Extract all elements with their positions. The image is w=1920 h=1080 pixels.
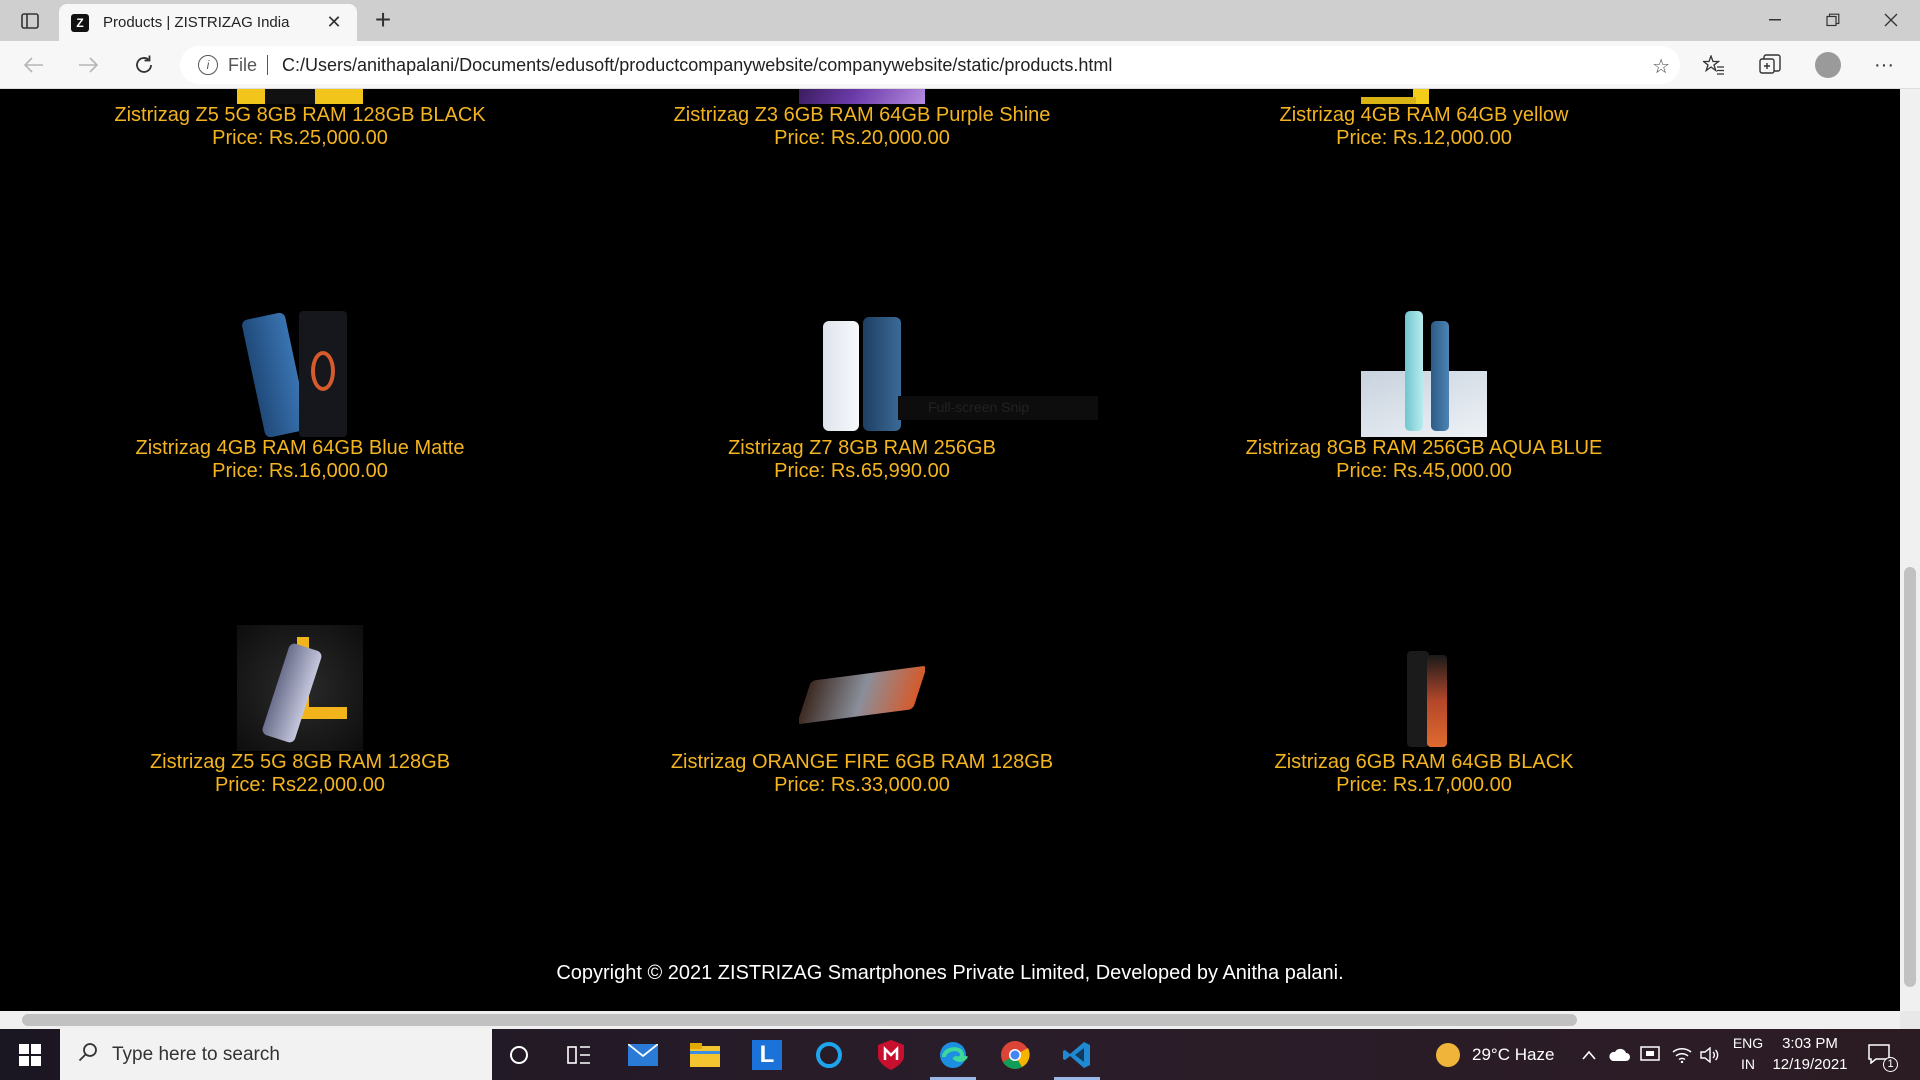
page-footer-copyright: Copyright © 2021 ZISTRIZAG Smartphones P… [556,962,1344,984]
product-price: Price: Rs.20,000.00 [774,127,950,149]
page-viewport: Zistrizag Z5 5G 8GB RAM 128GB BLACK Pric… [0,89,1900,1011]
start-windows-icon[interactable] [0,1029,60,1080]
product-image[interactable] [1361,311,1487,437]
wifi-icon[interactable] [1672,1029,1692,1080]
l-app-icon[interactable]: L [738,1029,796,1080]
product-card[interactable]: Zistrizag 4GB RAM 64GB yellow Price: Rs.… [1144,89,1704,150]
onedrive-cloud-icon[interactable] [1608,1029,1630,1080]
notification-center-icon[interactable]: 1 [1868,1029,1898,1080]
product-name[interactable]: Zistrizag Z3 6GB RAM 64GB Purple Shine [582,104,1142,127]
edge-browser-icon[interactable] [924,1029,982,1080]
vscode-icon[interactable] [1048,1029,1106,1080]
search-placeholder: Type here to search [112,1043,280,1065]
favorites-icon[interactable] [1698,49,1730,81]
collections-icon[interactable] [1754,49,1786,81]
scrollbar-corner [1900,1011,1920,1029]
horizontal-scroll-thumb[interactable] [22,1014,1577,1026]
snip-tooltip: Full-screen Snip [898,396,1098,420]
vertical-scrollbar[interactable] [1900,89,1920,1011]
close-tab-icon[interactable]: ✕ [323,12,345,34]
tab-title: Products | ZISTRIZAG India [103,14,290,31]
product-price: Price: Rs.65,990.00 [774,460,950,482]
url-scheme-label: File [228,54,258,75]
product-image[interactable] [237,311,363,437]
restore-window-button[interactable] [1804,0,1862,40]
product-price: Price: Rs.12,000.00 [1336,127,1512,149]
weather-haze-icon [1436,1042,1460,1067]
site-favicon-icon: Z [71,13,89,32]
product-card[interactable]: Zistrizag Z5 5G 8GB RAM 128GB BLACK Pric… [20,89,580,150]
chrome-browser-icon[interactable] [986,1029,1044,1080]
url-separator [267,55,269,75]
search-icon [78,1042,98,1067]
profile-avatar-icon[interactable] [1812,49,1844,81]
product-image[interactable] [799,89,925,104]
browser-address-bar: i File C:/Users/anithapalani/Documents/e… [0,41,1920,89]
product-card[interactable]: Zistrizag Z5 5G 8GB RAM 128GB Price: Rs2… [20,625,580,797]
product-name[interactable]: Zistrizag Z7 8GB RAM 256GB [582,437,1142,460]
product-name[interactable]: Zistrizag ORANGE FIRE 6GB RAM 128GB [582,751,1142,774]
notification-count-badge: 1 [1883,1056,1898,1072]
clock-date: 12/19/2021 [1772,1056,1848,1073]
product-card[interactable]: Zistrizag Z3 6GB RAM 64GB Purple Shine P… [582,89,1142,150]
volume-speaker-icon[interactable] [1700,1029,1720,1080]
back-arrow-icon[interactable] [18,49,50,81]
mail-app-icon[interactable] [614,1029,672,1080]
url-text[interactable]: C:/Users/anithapalani/Documents/edusoft/… [282,55,1112,76]
refresh-icon[interactable] [128,49,160,81]
product-price: Price: Rs.25,000.00 [212,127,388,149]
product-card[interactable]: Zistrizag 6GB RAM 64GB BLACK Price: Rs.1… [1144,625,1704,797]
product-price: Price: Rs.17,000.00 [1336,774,1512,796]
mcafee-shield-icon[interactable] [862,1029,920,1080]
product-price: Price: Rs.33,000.00 [774,774,950,796]
horizontal-scrollbar[interactable] [0,1011,1900,1029]
product-image[interactable] [1361,89,1487,104]
close-window-button[interactable] [1862,0,1920,40]
cortana-icon[interactable] [490,1029,548,1080]
product-image[interactable] [799,625,925,751]
taskbar-clock[interactable]: 3:03 PM 12/19/2021 [1760,1033,1860,1075]
meet-now-icon[interactable] [1640,1029,1660,1080]
product-price: Price: Rs22,000.00 [214,774,386,796]
product-card[interactable]: Zistrizag 4GB RAM 64GB Blue Matte Price:… [20,311,580,483]
task-view-icon[interactable] [550,1029,608,1080]
product-name[interactable]: Zistrizag Z5 5G 8GB RAM 128GB [20,751,580,774]
windows-taskbar: Type here to search L 29°C Haze ENG IN 3… [0,1029,1920,1080]
weather-widget[interactable]: 29°C Haze [1436,1029,1554,1080]
product-name[interactable]: Zistrizag 4GB RAM 64GB Blue Matte [20,437,580,460]
weather-text: 29°C Haze [1472,1044,1555,1064]
vertical-scroll-thumb[interactable] [1904,567,1916,987]
more-menu-icon[interactable]: ··· [1868,49,1900,81]
browser-tab-products[interactable]: Z Products | ZISTRIZAG India ✕ [59,4,357,41]
minimize-window-button[interactable] [1746,0,1804,40]
cortana-ring-app-icon[interactable] [800,1029,858,1080]
product-name[interactable]: Zistrizag 8GB RAM 256GB AQUA BLUE [1144,437,1704,460]
product-name[interactable]: Zistrizag 4GB RAM 64GB yellow [1144,104,1704,127]
product-price: Price: Rs.45,000.00 [1336,460,1512,482]
product-price: Price: Rs.16,000.00 [212,460,388,482]
product-card[interactable]: Zistrizag ORANGE FIRE 6GB RAM 128GB Pric… [582,625,1142,797]
browser-tab-bar: Z Products | ZISTRIZAG India ✕ + [0,0,1920,41]
product-image[interactable] [237,625,363,751]
site-info-icon[interactable]: i [198,55,218,75]
show-hidden-icons-chevron-icon[interactable] [1582,1029,1596,1080]
product-image[interactable] [1361,625,1487,751]
file-explorer-icon[interactable] [676,1029,734,1080]
new-tab-button[interactable]: + [368,4,398,35]
url-omnibox[interactable]: i File C:/Users/anithapalani/Documents/e… [180,46,1680,84]
product-name[interactable]: Zistrizag 6GB RAM 64GB BLACK [1144,751,1704,774]
product-name[interactable]: Zistrizag Z5 5G 8GB RAM 128GB BLACK [20,104,580,127]
clock-time: 3:03 PM [1782,1035,1838,1052]
taskbar-search-box[interactable]: Type here to search [60,1029,492,1080]
add-favorite-star-icon[interactable]: ☆ [1652,54,1670,79]
tab-actions-icon[interactable] [13,9,47,33]
forward-arrow-icon[interactable] [72,49,104,81]
product-card[interactable]: Zistrizag 8GB RAM 256GB AQUA BLUE Price:… [1144,311,1704,483]
product-image[interactable] [237,89,363,104]
